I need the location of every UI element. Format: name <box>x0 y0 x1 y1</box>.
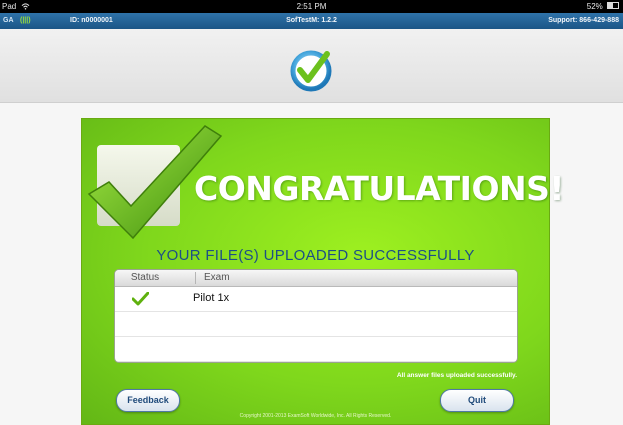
table-row[interactable]: Pilot 1x <box>115 287 517 312</box>
softest-logo-icon <box>290 50 332 92</box>
clock: 2:51 PM <box>296 2 327 11</box>
congratulations-title: CONGRATULATIONS! <box>194 169 564 208</box>
all-uploaded-message: All answer files uploaded successfully. <box>396 372 517 379</box>
column-divider <box>195 272 196 284</box>
app-bar: GA (|||) ID: n0000001 SofTestM: 1.2.2 Su… <box>0 13 623 29</box>
upload-results-table: Status Exam Pilot 1x <box>114 269 518 363</box>
column-header-exam: Exam <box>204 272 230 283</box>
battery-icon <box>607 2 619 9</box>
table-row <box>115 312 517 337</box>
feedback-button[interactable]: Feedback <box>116 389 180 412</box>
header <box>0 29 623 103</box>
screen: Pad 2:51 PM 52% GA (|||) ID: n0000001 So… <box>0 0 623 425</box>
status-bar: Pad 2:51 PM 52% <box>0 0 623 13</box>
exam-name: Pilot 1x <box>193 292 230 304</box>
congratulations-panel: CONGRATULATIONS! YOUR FILE(S) UPLOADED S… <box>81 118 564 425</box>
battery-status: 52% <box>587 0 619 13</box>
quit-button[interactable]: Quit <box>440 389 514 412</box>
battery-percent: 52% <box>586 2 603 11</box>
copyright-text: Copyright 2001-2013 ExamSoft Worldwide, … <box>239 413 392 419</box>
app-version: SofTestM: 1.2.2 <box>286 17 337 24</box>
green-checkmark-icon <box>132 292 149 306</box>
table-row <box>115 337 517 362</box>
upload-success-subtitle: YOUR FILE(S) UPLOADED SUCCESSFULLY <box>156 247 475 264</box>
column-header-status: Status <box>130 272 160 283</box>
table-header: Status Exam <box>115 270 517 287</box>
support-phone[interactable]: Support: 866-429-888 <box>548 13 619 29</box>
